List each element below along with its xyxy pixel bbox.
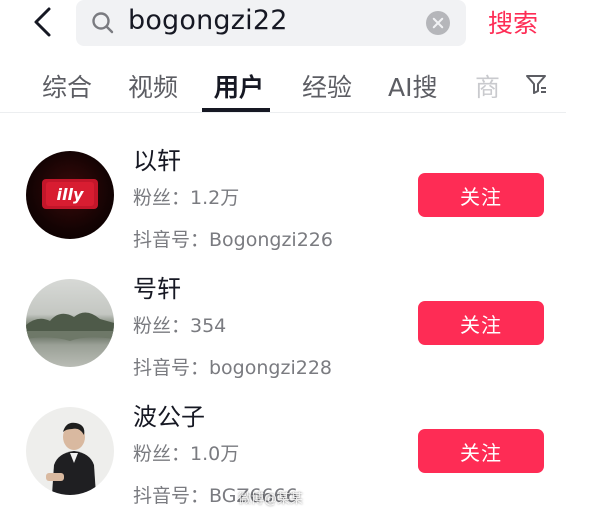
tabs-divider [0,112,566,113]
follow-button[interactable]: 关注 [418,301,544,345]
user-fans-count: 粉丝：1.2万 [133,187,240,209]
avatar[interactable] [26,279,114,367]
tab-comprehensive[interactable]: 综合 [42,68,92,104]
clear-icon[interactable] [426,11,450,35]
follow-button[interactable]: 关注 [418,173,544,217]
search-header: bogongzi22 搜索 [0,0,600,50]
filter-icon[interactable] [524,72,548,96]
watermark: 微博@某某 [238,492,304,507]
back-arrow-icon[interactable] [28,4,58,40]
user-douyin-id: 抖音号：bogongzi228 [133,357,332,379]
user-fans-count: 粉丝：1.0万 [133,443,240,465]
avatar-logo-image: illy [42,179,98,209]
user-name: 号轩 [133,275,181,303]
tab-ai-search[interactable]: AI搜 [388,68,437,104]
follow-button[interactable]: 关注 [418,429,544,473]
search-button[interactable]: 搜索 [488,4,538,40]
tab-experience[interactable]: 经验 [302,68,352,104]
tab-shop[interactable]: 商 [475,68,500,104]
avatar[interactable]: illy [26,151,114,239]
user-douyin-id: 抖音号：Bogongzi226 [133,229,333,251]
avatar[interactable] [26,407,114,495]
tab-users[interactable]: 用户 [214,68,264,104]
user-fans-count: 粉丝：354 [133,315,227,337]
tab-videos[interactable]: 视频 [128,68,178,104]
search-tabs: 综合 视频 用户 经验 AI搜 商 [0,60,600,112]
user-result-item[interactable]: illy 以轩 粉丝：1.2万 抖音号：Bogongzi226 关注 [0,138,600,264]
search-icon [92,12,114,34]
avatar-logo-text: illy [57,185,84,204]
avatar-landscape-image [26,312,114,341]
user-name: 波公子 [133,403,205,431]
avatar-person-image [46,422,96,495]
search-query-text: bogongzi22 [128,5,288,36]
user-result-item[interactable]: 号轩 粉丝：354 抖音号：bogongzi228 关注 [0,266,600,392]
user-name: 以轩 [133,147,181,175]
search-input[interactable]: bogongzi22 [76,0,466,46]
